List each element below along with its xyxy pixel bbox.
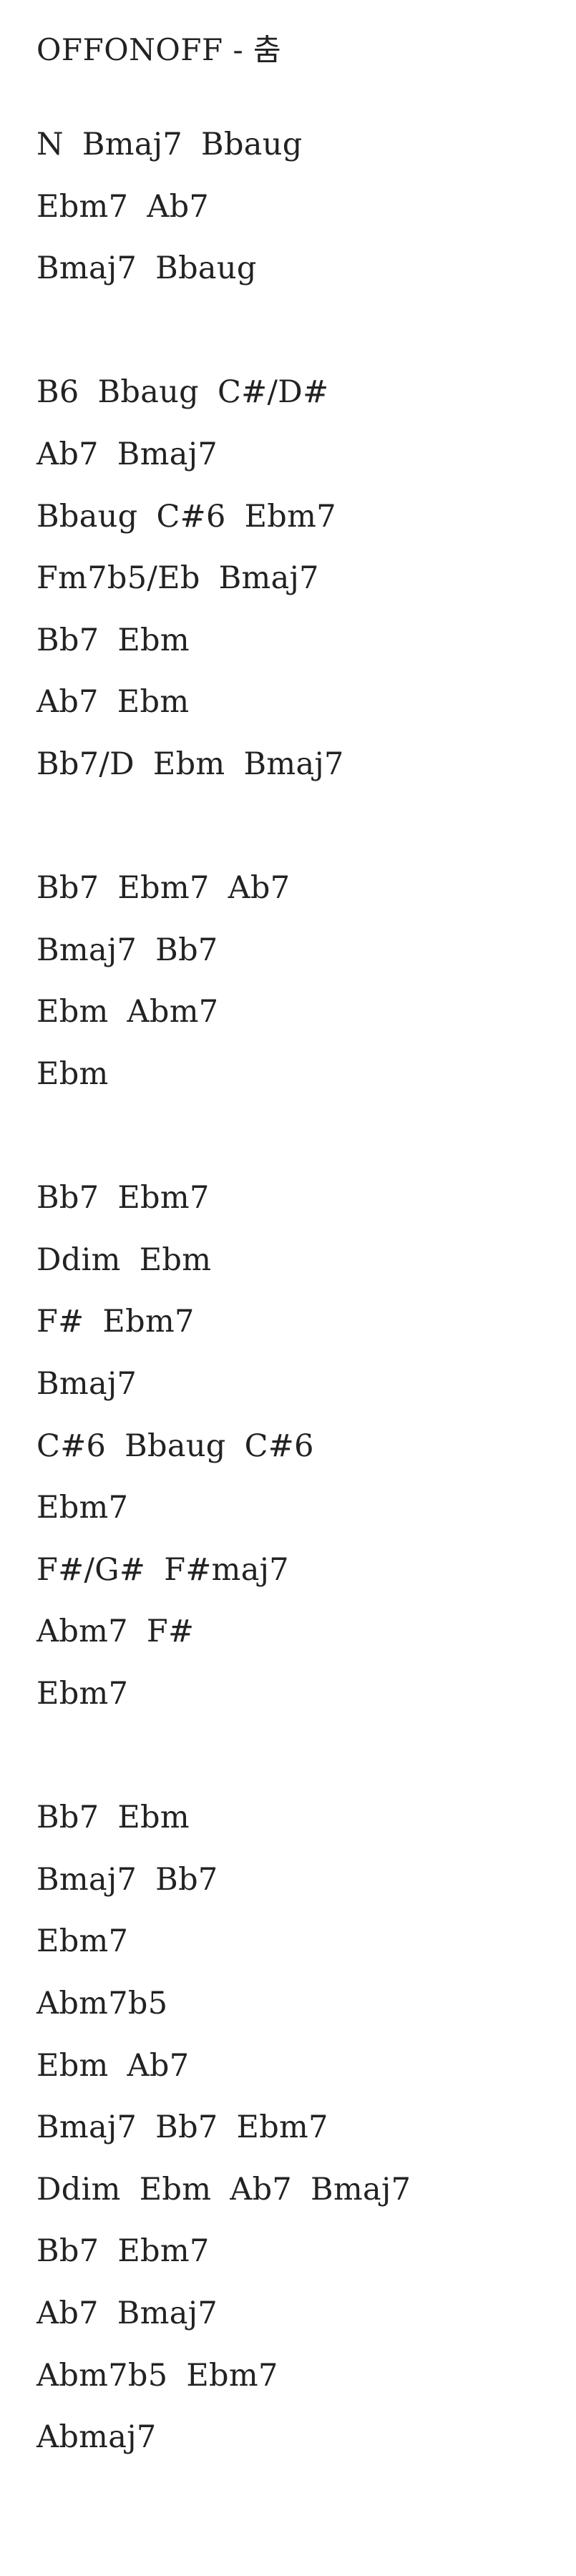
chord-line: Bmaj7 Bb7 Ebm7 <box>36 2109 328 2145</box>
chord-line: Ab7 Ebm <box>36 684 190 720</box>
song-title: OFFONOFF - 춤 <box>36 32 282 67</box>
chord-line: C#6 Bbaug C#6 <box>36 1428 314 1464</box>
chord-line: Abm7b5 Ebm7 <box>36 2358 278 2394</box>
chord-line: Abmaj7 <box>36 2419 157 2455</box>
chord-line: B6 Bbaug C#/D# <box>36 374 329 410</box>
chord-line: Abm7b5 <box>36 1986 168 2021</box>
chord-line: F# Ebm7 <box>36 1304 195 1340</box>
chord-line: Ab7 Bmaj7 <box>36 2296 218 2331</box>
chord-line: Ddim Ebm <box>36 1242 212 1278</box>
chord-line: Bbaug C#6 Ebm7 <box>36 499 336 535</box>
chord-line: Bmaj7 <box>36 1366 137 1402</box>
chord-line: Bb7 Ebm7 <box>36 1180 210 1216</box>
chord-line: Ddim Ebm Ab7 Bmaj7 <box>36 2172 411 2207</box>
chord-line: Ebm7 <box>36 1923 129 1959</box>
chord-line: Ebm <box>36 1056 109 1092</box>
chord-line: Bmaj7 Bb7 <box>36 1862 218 1898</box>
chord-line: Fm7b5/Eb Bmaj7 <box>36 560 319 596</box>
chord-line: Bb7 Ebm7 <box>36 2233 210 2269</box>
chord-line: Bmaj7 Bbaug <box>36 250 257 286</box>
chord-line: Ebm7 <box>36 1676 129 1712</box>
chord-line: Ebm Ab7 <box>36 2048 190 2084</box>
chord-line: Bb7/D Ebm Bmaj7 <box>36 746 344 782</box>
chord-line: Ebm7 <box>36 1490 129 1526</box>
chord-line: F#/G# F#maj7 <box>36 1552 289 1588</box>
chord-line: Abm7 F# <box>36 1614 195 1649</box>
chord-line: Bb7 Ebm <box>36 1800 190 1835</box>
chord-line: Bb7 Ebm7 Ab7 <box>36 870 291 906</box>
chord-line: Bb7 Ebm <box>36 623 190 658</box>
chord-line: Ebm Abm7 <box>36 994 219 1030</box>
chord-line: N Bmaj7 Bbaug <box>36 127 303 162</box>
chord-line: Bmaj7 Bb7 <box>36 932 218 968</box>
chord-line: Ab7 Bmaj7 <box>36 436 218 472</box>
chord-line: Ebm7 Ab7 <box>36 189 210 225</box>
